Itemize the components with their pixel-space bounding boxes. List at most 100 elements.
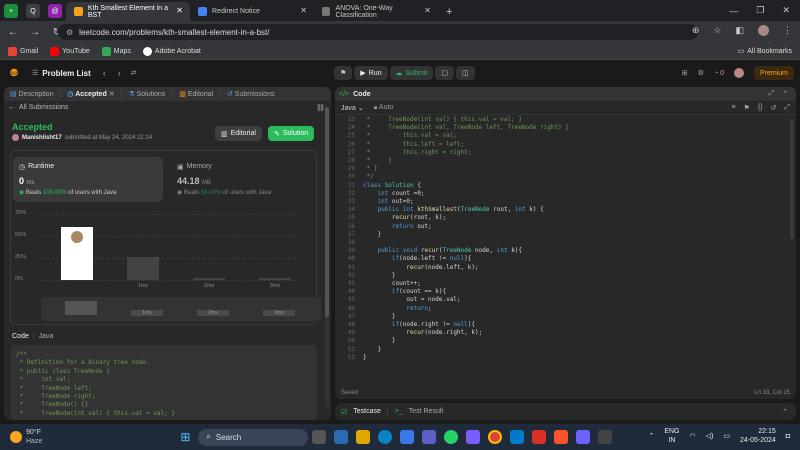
auto-mode[interactable]: 🔒︎ Auto [374, 104, 394, 112]
store-icon[interactable] [400, 430, 415, 444]
windows-start-icon[interactable]: ⊞ [180, 430, 190, 444]
profile-avatar[interactable] [758, 25, 769, 36]
next-problem-icon[interactable]: › [118, 68, 121, 78]
file-explorer-icon[interactable] [356, 430, 371, 444]
task-view-icon[interactable] [312, 430, 327, 444]
bookmark-maps[interactable]: Maps [101, 46, 131, 56]
close-window-icon[interactable]: ✕ [782, 5, 790, 16]
brave-icon[interactable] [554, 430, 569, 444]
whatsapp-icon[interactable] [444, 430, 459, 444]
close-tab-icon[interactable]: ✕ [176, 6, 183, 15]
menu-dots-icon[interactable]: ⋮ [783, 25, 792, 36]
braces-icon[interactable]: {} [758, 104, 763, 112]
code-line[interactable]: public void recur(TreeNode node, int k){ [363, 247, 522, 255]
close-tab-icon[interactable]: ✕ [424, 6, 431, 15]
code-line[interactable]: */ [363, 173, 374, 181]
volume-icon[interactable]: ◁) [706, 432, 714, 440]
code-line[interactable]: * this.left = left; [363, 141, 465, 149]
edge-icon[interactable] [378, 430, 393, 444]
app-icon[interactable] [576, 430, 591, 444]
app-icon-lens[interactable]: Q [26, 4, 40, 18]
code-line[interactable]: return; [363, 305, 431, 313]
language-select[interactable]: Java ⌄ [341, 104, 364, 112]
editorial-button[interactable]: ▥ Editorial [215, 126, 262, 141]
notes-icon[interactable]: ▢ [435, 66, 454, 80]
bookmark-star-icon[interactable]: ☆ [713, 25, 721, 36]
username-link[interactable]: Manishlisht17 [22, 135, 62, 141]
clock[interactable]: 22:15 24-05-2024 [740, 427, 776, 445]
fullscreen-icon[interactable]: ⤢ [784, 104, 790, 112]
user-avatar[interactable] [733, 68, 744, 78]
maximize-icon[interactable]: ⤢ [769, 90, 775, 98]
code-line[interactable]: public int kthSmallest(TreeNode root, in… [363, 206, 543, 214]
widgets-icon[interactable] [334, 430, 349, 444]
premium-button[interactable]: Premium [753, 66, 794, 80]
submitted-code-block[interactable]: /** * Definition for a binary tree node.… [10, 345, 317, 420]
tab-description[interactable]: ▤ Description [8, 90, 56, 98]
leetcode-logo-icon[interactable]: ⦾ [10, 68, 18, 79]
minimize-icon[interactable]: — [729, 6, 738, 16]
language-indicator[interactable]: ENG IN [664, 427, 679, 445]
memory-card[interactable]: ▣ Memory 44.18 MB ◉ Beats 56.99% of users… [171, 157, 311, 202]
tab-redirect-notice[interactable]: Redirect Notice ✕ [190, 2, 314, 21]
reset-icon[interactable]: ↺ [771, 104, 777, 112]
expand-icon[interactable]: ⌃ [782, 408, 788, 416]
bookmark-icon[interactable]: ⚑ [744, 104, 750, 112]
notification-icon[interactable]: ◘ [786, 433, 790, 440]
runtime-card[interactable]: ◷ Runtime 0 ms ◉ Beats 100.00% of users w… [13, 157, 163, 202]
format-icon[interactable]: ≡ [731, 104, 735, 112]
acrobat-icon[interactable] [532, 430, 547, 444]
code-line[interactable]: * } [363, 157, 392, 165]
site-info-icon[interactable]: ⚙ [66, 28, 73, 37]
chevron-up-icon[interactable]: ⌃ [648, 432, 654, 440]
close-tab-icon[interactable]: ✕ [300, 6, 307, 15]
tab-accepted[interactable]: ◷ Accepted ✕ [65, 90, 116, 98]
tab-kth-smallest[interactable]: Kth Smallest Element in a BST ✕ [66, 2, 190, 21]
zoom-icon[interactable]: ⊕ [692, 25, 700, 36]
code-line[interactable]: int count =0; [363, 190, 424, 198]
bookmark-adobe[interactable]: Adobe Acrobat [142, 46, 201, 56]
app-icon-purple[interactable]: @ [48, 4, 62, 18]
shuffle-icon[interactable]: ⇄ [131, 69, 137, 77]
code-line[interactable]: } [363, 313, 396, 321]
code-line[interactable]: } [363, 231, 381, 239]
chart-bar[interactable] [259, 278, 291, 280]
streak[interactable]: ◔ 0 [714, 70, 724, 77]
code-line[interactable]: } [363, 337, 396, 345]
bookmark-youtube[interactable]: YouTube [50, 46, 90, 56]
code-line[interactable]: if(node.right != null){ [363, 321, 475, 329]
left-scrollbar[interactable] [325, 107, 329, 407]
code-line[interactable]: * TreeNode(int val, TreeNode left, TreeN… [363, 124, 569, 132]
testcase-tab[interactable]: Testcase [353, 408, 381, 415]
photos-icon[interactable] [466, 430, 481, 444]
prev-problem-icon[interactable]: ‹ [103, 68, 106, 78]
code-line[interactable]: recur(node.right, k); [363, 329, 482, 337]
editor-scrollbar[interactable] [790, 119, 794, 239]
code-line[interactable]: * this.val = val; [363, 132, 457, 140]
code-line[interactable]: * this.right = right; [363, 149, 472, 157]
settings-app-icon[interactable] [598, 430, 613, 444]
code-line[interactable]: int out=0; [363, 198, 413, 206]
feedback-icon[interactable]: ◫ [455, 66, 475, 80]
chart-bar[interactable] [127, 257, 159, 280]
tab-editorial[interactable]: ▥ Editorial [177, 90, 215, 98]
code-line[interactable]: recur(root, k); [363, 214, 446, 222]
debug-icon[interactable]: ⚑ [334, 66, 353, 80]
all-submissions-link[interactable]: ← All Submissions [8, 104, 68, 111]
collapse-icon[interactable]: ⌃ [782, 90, 788, 98]
url-field[interactable]: ⚙ leetcode.com/problems/kth-smallest-ele… [58, 24, 698, 40]
weather-widget[interactable]: 90°F Haze [10, 428, 42, 446]
extensions-icon[interactable]: ◧ [735, 25, 744, 36]
code-line[interactable]: class Solution { [363, 182, 421, 190]
code-line[interactable]: } [363, 272, 396, 280]
battery-icon[interactable]: ▭ [723, 432, 730, 440]
vscode-icon[interactable] [510, 430, 525, 444]
settings-icon[interactable]: ⚙ [698, 69, 704, 77]
run-button[interactable]: ▶ Run [354, 66, 388, 80]
tab-submissions[interactable]: ↺ Submissions [225, 90, 277, 98]
tab-anova[interactable]: ANOVA: One-Way Classification ✕ [314, 2, 438, 21]
code-line[interactable]: * } [363, 165, 378, 173]
code-line[interactable]: if(count == k){ [363, 288, 446, 296]
code-line[interactable]: return out; [363, 223, 432, 231]
code-line[interactable]: out = node.val; [363, 296, 460, 304]
